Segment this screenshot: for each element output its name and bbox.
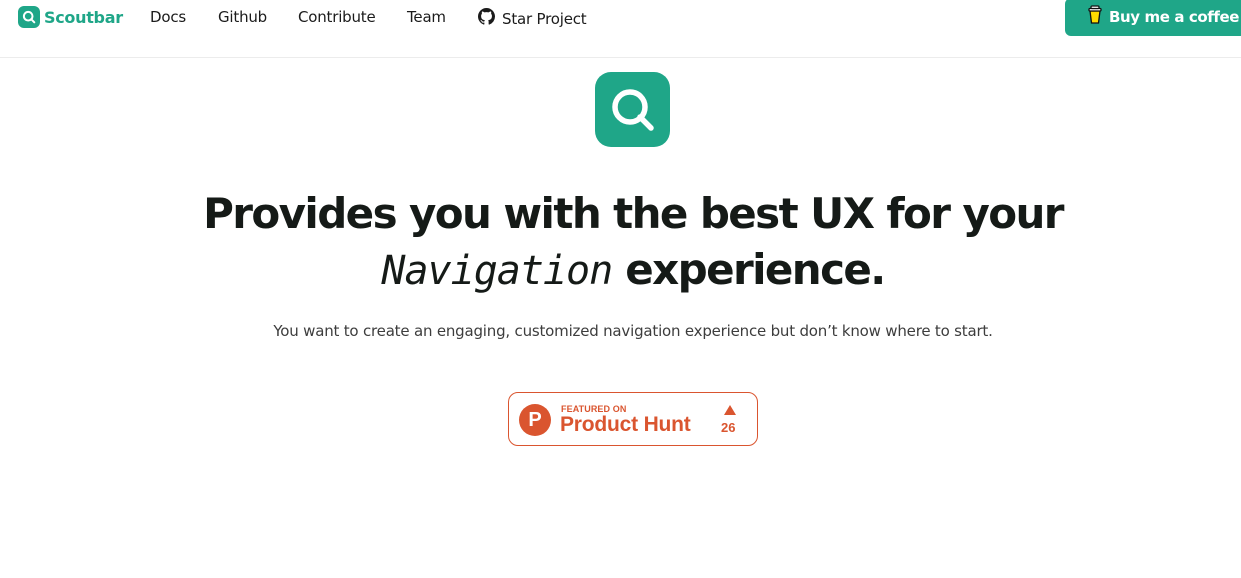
product-hunt-name: Product Hunt xyxy=(560,413,691,436)
search-icon xyxy=(611,88,654,131)
brand-link[interactable]: Scoutbar xyxy=(18,5,123,29)
top-navigation: Scoutbar Docs Github Contribute Team Sta… xyxy=(0,0,1241,58)
headline-navigation-word: Navigation xyxy=(381,248,613,294)
triangle-up-icon xyxy=(724,405,736,415)
nav-link-docs[interactable]: Docs xyxy=(150,8,186,26)
buy-me-a-coffee-button[interactable]: Buy me a coffee xyxy=(1065,0,1241,36)
coffee-cup-icon xyxy=(1087,5,1103,29)
coffee-button-label: Buy me a coffee xyxy=(1109,8,1240,26)
nav-link-github[interactable]: Github xyxy=(218,8,267,26)
headline-line-2-end: experience. xyxy=(625,245,886,294)
brand-name: Scoutbar xyxy=(44,7,123,27)
headline-line-1: Provides you with the best UX for your xyxy=(203,189,1064,238)
product-hunt-badge[interactable]: P FEATURED ON Product Hunt 26 xyxy=(508,392,758,446)
hero-logo xyxy=(595,72,670,147)
product-hunt-vote-count: 26 xyxy=(721,420,736,435)
nav-link-star-project[interactable]: Star Project xyxy=(478,8,587,29)
nav-link-contribute[interactable]: Contribute xyxy=(298,8,376,26)
star-project-label: Star Project xyxy=(502,9,587,28)
hero-headline: Provides you with the best UX for your N… xyxy=(0,186,1241,299)
search-icon xyxy=(18,6,40,28)
nav-link-team[interactable]: Team xyxy=(407,8,446,26)
github-icon xyxy=(478,8,495,29)
hero-subtitle: You want to create an engaging, customiz… xyxy=(273,322,993,340)
product-hunt-logo-icon: P xyxy=(519,404,551,436)
